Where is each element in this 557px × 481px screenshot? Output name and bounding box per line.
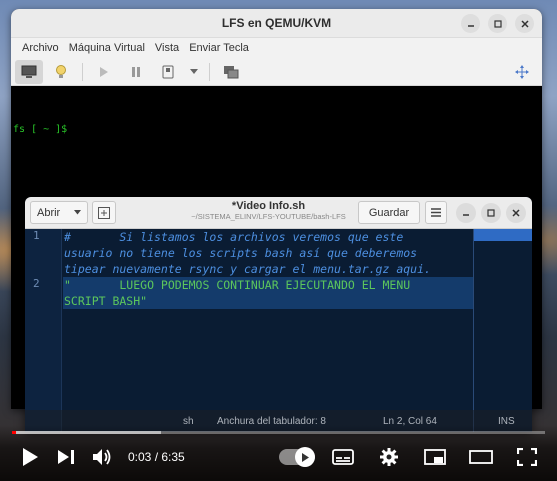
chevron-down-icon[interactable] — [186, 60, 202, 84]
volume-button[interactable] — [84, 442, 120, 472]
menu-enviar-tecla[interactable]: Enviar Tecla — [184, 42, 254, 54]
power-icon[interactable] — [154, 60, 182, 84]
theater-mode-button[interactable] — [463, 442, 499, 472]
fullscreen-button[interactable] — [509, 442, 545, 472]
duration: 6:35 — [161, 450, 185, 464]
miniplayer-button[interactable] — [417, 442, 453, 472]
close-icon[interactable] — [506, 202, 526, 223]
qemu-titlebar[interactable]: LFS en QEMU/KVM — [11, 9, 542, 38]
right-margin-line — [473, 229, 474, 432]
subtitles-icon — [332, 449, 354, 465]
code-line: tipear nuevamente rsync y cargar el menu… — [64, 262, 431, 276]
autoplay-toggle[interactable] — [279, 447, 315, 467]
time-separator: / — [151, 450, 162, 464]
video-player-controls: 0:03 / 6:35 — [0, 425, 557, 481]
line-number: 2 — [33, 277, 40, 290]
minimize-icon[interactable] — [456, 202, 476, 223]
monitor-icon[interactable] — [15, 59, 43, 84]
next-button[interactable] — [48, 442, 84, 472]
lightbulb-icon[interactable] — [47, 60, 75, 84]
gedit-window: Abrir *Video Info.sh ~/SISTEMA_ELINV/LFS… — [25, 197, 532, 432]
fullscreen-icon — [517, 448, 537, 466]
qemu-window-title: LFS en QEMU/KVM — [221, 16, 332, 30]
open-button-label: Abrir — [37, 206, 61, 219]
current-time: 0:03 — [128, 450, 152, 464]
text-editor[interactable]: 1 2 # Si listamos los archivos veremos q… — [25, 229, 532, 432]
new-document-button[interactable] — [92, 201, 116, 224]
autoplay-knob — [295, 447, 315, 467]
miniplayer-icon — [424, 449, 446, 465]
gear-icon — [380, 448, 398, 466]
chevron-down-icon — [74, 210, 81, 215]
save-button[interactable]: Guardar — [358, 201, 420, 224]
line-number: 1 — [33, 229, 40, 242]
maximize-icon[interactable] — [481, 202, 501, 223]
theater-mode-icon — [469, 450, 493, 464]
volume-icon — [93, 449, 111, 465]
maximize-icon[interactable] — [488, 14, 507, 33]
skip-next-icon — [58, 450, 74, 464]
gedit-title-area: *Video Info.sh ~/SISTEMA_ELINV/LFS-YOUTU… — [155, 200, 382, 221]
time-display: 0:03 / 6:35 — [128, 450, 185, 464]
play-icon[interactable] — [90, 60, 118, 84]
play-icon — [23, 448, 38, 466]
minimize-icon[interactable] — [461, 14, 480, 33]
fullscreen-move-icon[interactable] — [508, 60, 536, 84]
minimap-marker[interactable] — [474, 229, 532, 241]
menu-maquina-virtual[interactable]: Máquina Virtual — [64, 42, 150, 54]
pause-icon[interactable] — [122, 60, 150, 84]
document-path: ~/SISTEMA_ELINV/LFS-YOUTUBE/bash-LFS — [191, 212, 346, 221]
code-area[interactable]: # Si listamos los archivos veremos que e… — [63, 229, 473, 309]
open-button[interactable]: Abrir — [30, 201, 88, 224]
settings-button[interactable] — [371, 442, 407, 472]
progress-played — [12, 431, 17, 434]
new-tab-icon — [98, 206, 110, 219]
play-button[interactable] — [12, 442, 48, 472]
toolbar-divider — [82, 62, 83, 81]
code-line: # Si listamos los archivos veremos que e… — [64, 230, 404, 244]
qemu-menubar: Archivo Máquina Virtual Vista Enviar Tec… — [11, 38, 542, 58]
qemu-toolbar — [11, 58, 542, 86]
progress-buffer — [12, 431, 162, 434]
close-icon[interactable] — [515, 14, 534, 33]
code-line-current: " LUEGO PODEMOS CONTINUAR EJECUTANDO EL … — [63, 277, 473, 293]
line-number-gutter: 1 2 — [25, 229, 62, 432]
subtitles-button[interactable] — [325, 442, 361, 472]
hamburger-menu-icon[interactable] — [425, 201, 447, 224]
document-title: *Video Info.sh — [231, 200, 306, 212]
screens-icon[interactable] — [217, 60, 245, 84]
progress-bar[interactable] — [12, 431, 545, 434]
code-line-current: SCRIPT BASH" — [63, 293, 473, 309]
menu-vista[interactable]: Vista — [150, 42, 184, 54]
play-icon — [302, 452, 309, 462]
gedit-headerbar[interactable]: Abrir *Video Info.sh ~/SISTEMA_ELINV/LFS… — [25, 197, 532, 229]
console-prompt: fs [ ~ ]$ — [13, 124, 68, 135]
code-line: usuario no tiene los scripts bash así qu… — [64, 246, 418, 260]
toolbar-divider — [209, 62, 210, 81]
menu-archivo[interactable]: Archivo — [17, 42, 64, 54]
